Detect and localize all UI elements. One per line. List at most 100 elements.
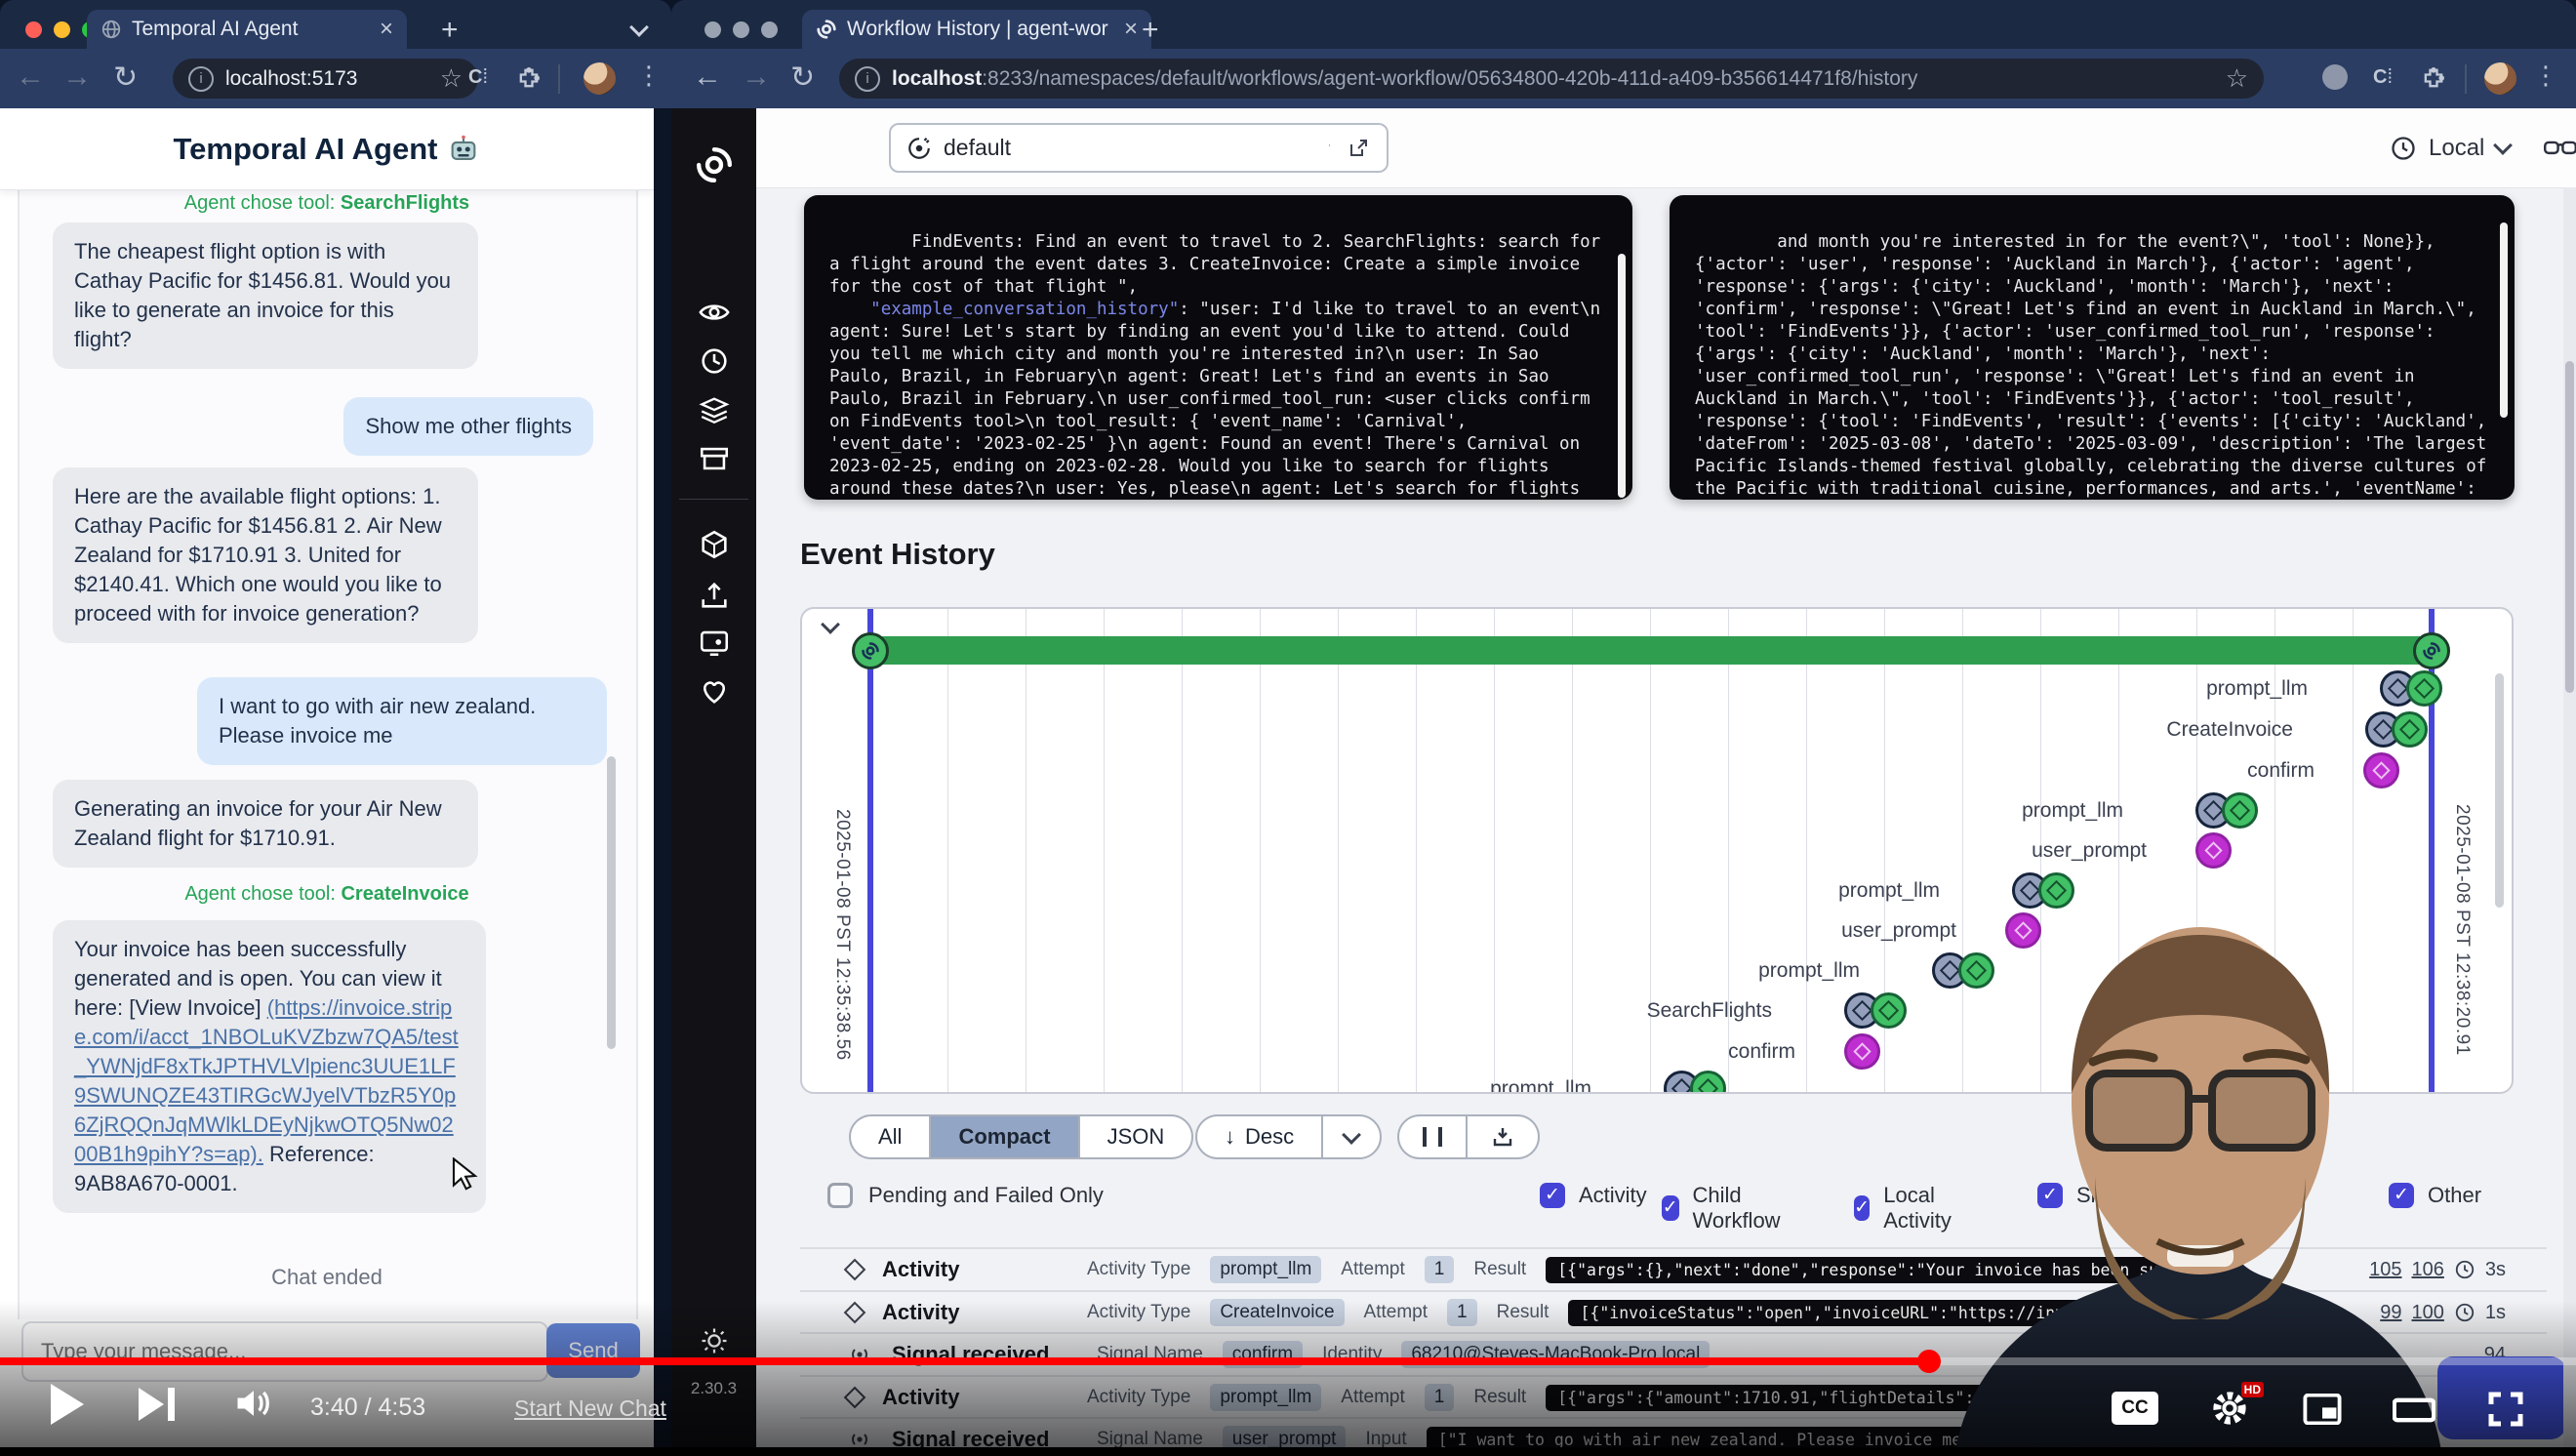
download-history-button[interactable] [1468,1116,1538,1157]
timeline-event-label: prompt_llm [1490,1077,1591,1094]
open-namespace-button[interactable] [1330,123,1389,173]
heart-icon[interactable] [671,674,756,708]
monitor-icon[interactable] [671,626,756,659]
tab-close-icon[interactable]: × [380,16,393,43]
temporal-logo-icon[interactable] [671,145,756,184]
download-icon [1491,1125,1514,1149]
back-button[interactable]: ← [693,61,722,94]
globe-favicon-icon [101,19,122,40]
code-scrollbar[interactable] [2500,222,2508,418]
left-toolbar: ← → ↻ i localhost:5173 ☆ C⁞ ⋮ [0,49,671,108]
forward-button[interactable]: → [742,61,771,94]
timeline-event-label: prompt_llm [2206,677,2308,701]
type-filter-child-workflow[interactable]: ✓Child Workflow [1662,1183,1789,1234]
forward-button[interactable]: → [62,61,92,94]
chat-scrollbar[interactable] [607,756,616,1049]
page-scrollbar-thumb[interactable] [2565,361,2574,693]
view-tab-all[interactable]: All [851,1116,931,1157]
bookmark-star-icon[interactable]: ☆ [2226,63,2248,94]
address-bar[interactable]: i localhost:5173 ☆ [173,59,478,99]
workflow-duration-bar[interactable] [870,636,2432,665]
timeline-event-label: SearchFlights [1647,999,1772,1023]
site-info-icon[interactable]: i [855,66,880,92]
payload-code-right[interactable]: and month you're interested in for the e… [1670,195,2515,500]
url-text: localhost:5173 [225,67,428,91]
new-tab-button[interactable]: + [1142,14,1159,47]
captions-button[interactable]: CC [2112,1392,2158,1425]
tab-workflow-history[interactable]: Workflow History | agent-wor × [802,10,1151,49]
extensions-puzzle-icon[interactable] [515,64,543,92]
start-new-chat-link[interactable]: Start New Chat [514,1395,666,1422]
address-bar[interactable]: i localhost:8233/namespaces/default/work… [839,59,2264,99]
browser-menu-icon[interactable]: ⋮ [636,61,662,91]
namespace-select[interactable]: default [889,123,1363,173]
checkbox[interactable]: ✓ [1854,1195,1870,1221]
workflows-icon[interactable] [671,296,756,329]
extension-icon-a[interactable] [2322,64,2348,90]
pending-filter[interactable]: Pending and Failed Only [827,1183,1104,1208]
pause-button[interactable] [1399,1116,1468,1157]
cube-icon[interactable] [671,528,756,561]
tab-title: Temporal AI Agent [132,18,364,41]
collapse-chevron-icon[interactable] [821,615,840,634]
profile-avatar[interactable] [2484,62,2516,95]
extension-ci-icon[interactable]: C⁞ [468,66,488,89]
timeline-scrollbar[interactable] [2495,673,2504,908]
checkbox[interactable]: ✓ [1662,1195,1679,1221]
profile-avatar[interactable] [584,62,616,95]
close-window-button[interactable] [25,21,42,38]
labs-glasses-icon[interactable] [2544,134,2576,163]
play-button[interactable] [51,1384,84,1425]
sort-desc-button[interactable]: ↓Desc [1197,1116,1323,1157]
volume-icon[interactable] [232,1384,275,1423]
minimize-window-button[interactable] [733,21,749,38]
progress-played[interactable] [0,1357,1929,1365]
progress-scrubber[interactable] [1917,1350,1941,1373]
sort-chevron-button[interactable] [1323,1116,1380,1157]
extension-ci-icon[interactable]: C⁞ [2373,66,2393,89]
site-info-icon[interactable]: i [188,66,214,92]
bookmark-star-icon[interactable]: ☆ [440,63,463,94]
theater-button[interactable] [2393,1397,2435,1423]
next-button[interactable] [139,1388,175,1421]
invoice-link[interactable]: (https://invoice.stripe.com/i/acct_1NBOL… [74,995,459,1166]
archive-icon[interactable] [671,442,756,475]
tab-title: Workflow History | agent-wor [847,18,1108,41]
back-button[interactable]: ← [16,61,45,94]
diamond-icon [2204,841,2222,859]
tab-list-chevron-icon[interactable] [629,18,649,37]
miniplayer-button[interactable] [2303,1394,2342,1425]
workflow-start-marker[interactable] [852,632,889,669]
checkbox[interactable]: ✓ [1540,1183,1565,1208]
signal-dot [2363,752,2399,789]
browser-menu-icon[interactable]: ⋮ [2533,61,2558,91]
reload-button[interactable]: ↻ [790,61,815,95]
code-scrollbar[interactable] [1618,254,1626,498]
left-browser-chrome: Temporal AI Agent × + ← → ↻ i localhost:… [0,0,671,108]
new-tab-button[interactable]: + [441,14,459,47]
pause-download-group [1397,1114,1540,1159]
stack-icon[interactable] [671,393,756,426]
fullscreen-button[interactable] [2486,1390,2525,1429]
upload-icon[interactable] [671,579,756,612]
settings-gear-button[interactable]: HD [2211,1390,2248,1432]
timeline-event-label: prompt_llm [1758,959,1860,983]
reload-button[interactable]: ↻ [113,61,138,95]
tab-close-icon[interactable]: × [1124,16,1138,43]
workflow-end-marker[interactable] [2413,632,2450,669]
chat-ended-status: Chat ended [0,1265,654,1290]
close-window-button[interactable] [704,21,721,38]
view-tab-compact[interactable]: Compact [931,1116,1079,1157]
extensions-puzzle-icon[interactable] [2420,64,2447,92]
pending-checkbox[interactable] [827,1183,853,1208]
zoom-window-button[interactable] [761,21,778,38]
agent-message: The cheapest flight option is with Catha… [53,222,478,369]
schedules-icon[interactable] [671,344,756,378]
page-scrollbar-track[interactable] [2563,187,2576,1456]
minimize-window-button[interactable] [54,21,70,38]
payload-code-left[interactable]: FindEvents: Find an event to travel to 2… [804,195,1632,500]
type-filter-activity[interactable]: ✓Activity [1540,1183,1647,1208]
tab-temporal-ai-agent[interactable]: Temporal AI Agent × [87,10,407,49]
timezone-select[interactable]: Local [2390,108,2510,187]
view-tab-json[interactable]: JSON [1080,1116,1192,1157]
